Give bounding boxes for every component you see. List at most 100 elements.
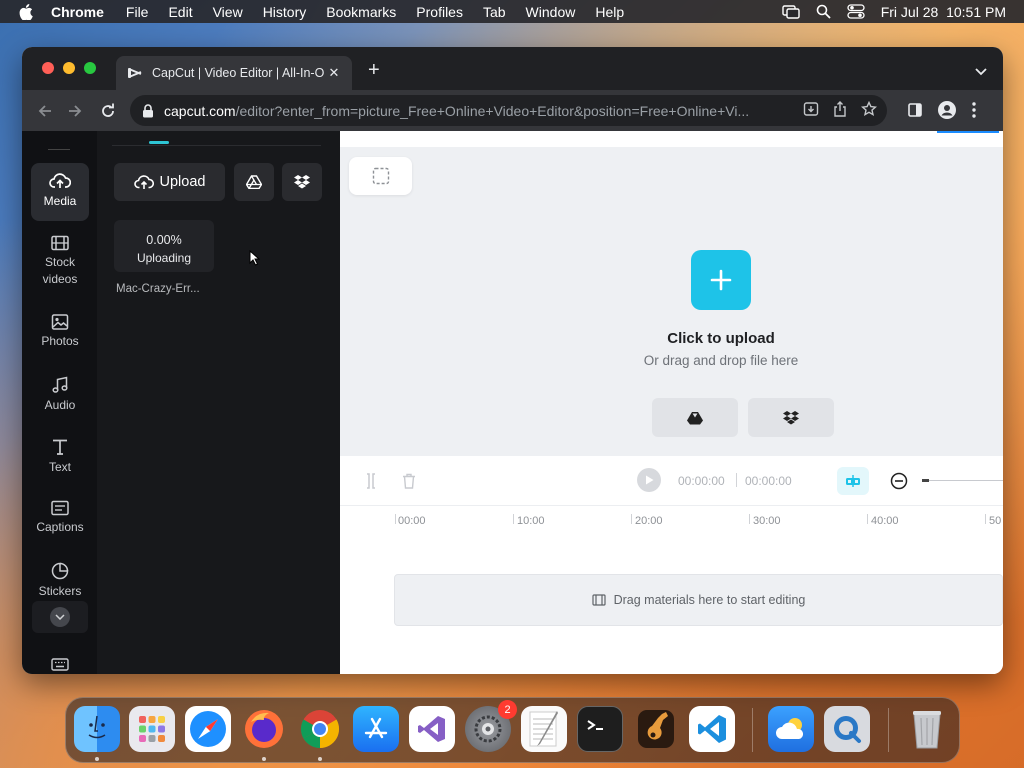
menu-file[interactable]: File bbox=[126, 4, 149, 20]
new-tab-icon[interactable]: + bbox=[368, 60, 380, 80]
install-app-icon[interactable] bbox=[803, 101, 819, 120]
upload-button[interactable]: Upload bbox=[114, 163, 225, 201]
url-text[interactable]: capcut.com/editor?enter_from=picture_Fre… bbox=[164, 103, 789, 119]
garageband-icon[interactable] bbox=[633, 706, 679, 752]
ruler-label: 30:00 bbox=[753, 515, 781, 527]
canvas-google-drive-button[interactable] bbox=[652, 398, 738, 437]
share-icon[interactable] bbox=[833, 101, 847, 120]
menu-window[interactable]: Window bbox=[526, 4, 576, 20]
minimize-window-button[interactable] bbox=[63, 62, 75, 74]
tab-search-chevron-icon[interactable] bbox=[975, 63, 987, 81]
forward-arrow-icon[interactable] bbox=[65, 101, 85, 121]
current-timecode: 00:00:00 bbox=[678, 474, 725, 488]
sidebar-item-audio[interactable]: Audio bbox=[31, 376, 89, 414]
sidebar-item-photos[interactable]: Photos bbox=[31, 314, 89, 350]
vscode-icon[interactable] bbox=[689, 706, 735, 752]
sidebar-expand-button[interactable] bbox=[32, 601, 88, 633]
browser-tab-capcut[interactable]: CapCut | Video Editor | All-In-O ✕ bbox=[116, 56, 352, 90]
total-timecode: 00:00:00 bbox=[745, 474, 792, 488]
ruler-tick bbox=[631, 514, 632, 524]
bookmark-star-icon[interactable] bbox=[860, 100, 878, 120]
control-center-icon[interactable] bbox=[847, 4, 865, 19]
macos-dock: 2 bbox=[65, 697, 960, 763]
profile-avatar-icon[interactable] bbox=[938, 101, 956, 124]
zoom-out-icon[interactable] bbox=[890, 472, 908, 495]
preview-canvas[interactable]: Click to upload Or drag and drop file he… bbox=[340, 131, 1003, 456]
chrome-menu-kebab-icon[interactable] bbox=[972, 102, 976, 123]
trash-icon[interactable] bbox=[904, 706, 950, 752]
dropbox-button[interactable] bbox=[282, 163, 322, 201]
menu-help[interactable]: Help bbox=[595, 4, 624, 20]
timecode-separator bbox=[736, 473, 737, 487]
finder-icon[interactable] bbox=[74, 706, 120, 752]
split-icon[interactable] bbox=[364, 473, 378, 494]
zoom-slider-thumb[interactable] bbox=[922, 479, 929, 482]
side-panel-icon[interactable] bbox=[908, 103, 922, 122]
dropbox-icon bbox=[783, 410, 799, 424]
tool-sidebar: Media Stock videos Photos Audio Text Cap bbox=[22, 131, 97, 674]
ruler-tick bbox=[985, 514, 986, 524]
firefox-icon[interactable] bbox=[241, 706, 287, 752]
delete-trash-icon[interactable] bbox=[402, 473, 416, 494]
menu-app-name[interactable]: Chrome bbox=[51, 4, 104, 20]
google-drive-icon bbox=[687, 411, 703, 424]
terminal-icon[interactable] bbox=[577, 706, 623, 752]
sidebar-item-captions[interactable]: Captions bbox=[31, 500, 89, 536]
close-window-button[interactable] bbox=[42, 62, 54, 74]
uploading-file-card[interactable]: 0.00% Uploading bbox=[114, 220, 214, 272]
dashed-frame-icon bbox=[372, 167, 389, 185]
weather-icon[interactable] bbox=[768, 706, 814, 752]
app-store-icon[interactable] bbox=[353, 706, 399, 752]
site-info-lock-icon[interactable] bbox=[142, 103, 154, 118]
menu-clock[interactable]: Fri Jul 28 10:51 PM bbox=[881, 4, 1006, 20]
screen-mirroring-icon[interactable] bbox=[782, 4, 800, 19]
auto-snap-toggle[interactable] bbox=[837, 467, 869, 495]
sidebar-item-text[interactable]: Text bbox=[31, 438, 89, 476]
safari-icon[interactable] bbox=[185, 706, 231, 752]
google-drive-button[interactable] bbox=[234, 163, 274, 201]
address-bar[interactable]: capcut.com/editor?enter_from=picture_Fre… bbox=[130, 95, 887, 126]
timeline-drop-zone[interactable]: Drag materials here to start editing bbox=[394, 574, 1003, 626]
aspect-ratio-button[interactable] bbox=[349, 157, 412, 195]
ruler-tick bbox=[749, 514, 750, 524]
back-arrow-icon[interactable] bbox=[35, 101, 55, 121]
sidebar-item-stock-videos[interactable]: Stock videos bbox=[31, 235, 89, 288]
browser-window: CapCut | Video Editor | All-In-O ✕ + cap… bbox=[22, 47, 1003, 674]
chrome-icon[interactable] bbox=[297, 706, 343, 752]
apple-logo-icon[interactable] bbox=[19, 3, 35, 20]
film-icon bbox=[592, 594, 606, 606]
canvas-dropbox-button[interactable] bbox=[748, 398, 834, 437]
menu-view[interactable]: View bbox=[213, 4, 243, 20]
timeline: 00:00:00 00:00:00 00:00 10:00 20:00 30:0… bbox=[340, 456, 1003, 674]
dropbox-icon bbox=[294, 175, 310, 189]
sidebar-item-stickers[interactable]: Stickers bbox=[31, 562, 89, 600]
export-button-edge[interactable] bbox=[937, 131, 999, 133]
fullscreen-window-button[interactable] bbox=[84, 62, 96, 74]
menu-bookmarks[interactable]: Bookmarks bbox=[326, 4, 396, 20]
zoom-slider-track[interactable] bbox=[922, 480, 1003, 481]
capcut-favicon-icon bbox=[128, 67, 142, 79]
keyboard-shortcuts-icon[interactable] bbox=[51, 658, 69, 674]
click-to-upload-button[interactable] bbox=[691, 250, 751, 310]
system-settings-icon[interactable]: 2 bbox=[465, 700, 517, 752]
canvas-top-strip bbox=[340, 131, 1003, 147]
music-note-icon bbox=[52, 376, 68, 393]
click-to-upload-label[interactable]: Click to upload bbox=[591, 330, 851, 347]
launchpad-icon[interactable] bbox=[129, 706, 175, 752]
tab-close-icon[interactable]: ✕ bbox=[326, 65, 342, 81]
menu-history[interactable]: History bbox=[263, 4, 307, 20]
reload-icon[interactable] bbox=[98, 101, 118, 121]
tab-strip: CapCut | Video Editor | All-In-O ✕ + bbox=[22, 47, 1003, 90]
menu-profiles[interactable]: Profiles bbox=[416, 4, 463, 20]
textedit-icon[interactable] bbox=[521, 706, 567, 752]
sidebar-item-media[interactable]: Media bbox=[31, 163, 89, 221]
timeline-ruler[interactable]: 00:00 10:00 20:00 30:00 40:00 50 bbox=[340, 506, 1003, 528]
menu-tab[interactable]: Tab bbox=[483, 4, 506, 20]
cloud-upload-icon bbox=[133, 175, 154, 189]
quicktime-icon[interactable] bbox=[824, 706, 870, 752]
play-button[interactable] bbox=[637, 468, 661, 492]
sticker-icon bbox=[51, 562, 69, 580]
menu-edit[interactable]: Edit bbox=[168, 4, 192, 20]
visual-studio-icon[interactable] bbox=[409, 706, 455, 752]
spotlight-search-icon[interactable] bbox=[816, 4, 831, 19]
